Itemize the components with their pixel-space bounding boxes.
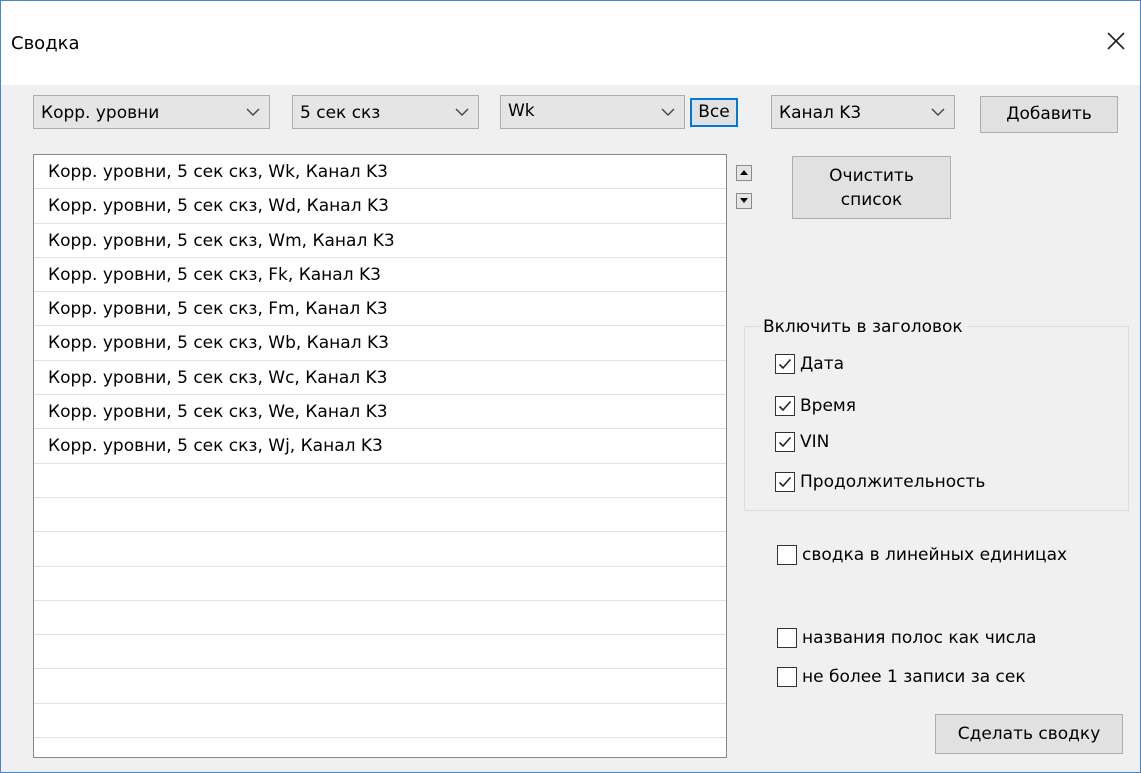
checkbox-checked-icon [775, 396, 795, 416]
title-bar: Сводка [1, 1, 1140, 85]
checkbox-checked-icon [775, 472, 795, 492]
one-per-sec-label: не более 1 записи за сек [802, 667, 1026, 687]
summary-dialog: Сводка Корр. уровни 5 сек скз Wk Все Кан… [0, 0, 1141, 773]
duration-label: Продолжительность [800, 472, 986, 492]
triangle-down-icon [740, 198, 748, 203]
band-names-label: названия полос как числа [802, 628, 1037, 648]
triangle-up-icon [740, 170, 748, 175]
chevron-down-icon [931, 108, 945, 116]
list-item[interactable]: Корр. уровни, 5 сек скз, Fm, Канал K3 [34, 292, 726, 327]
all-button[interactable]: Все [690, 98, 738, 127]
period-dropdown[interactable]: 5 сек скз [292, 95, 479, 129]
list-item[interactable] [34, 567, 726, 601]
date-label: Дата [800, 354, 845, 374]
levels-dropdown-value: Корр. уровни [41, 103, 160, 123]
vin-label: VIN [800, 432, 830, 452]
move-down-button[interactable] [736, 193, 752, 209]
window-title: Сводка [11, 33, 80, 54]
checkbox-checked-icon [775, 354, 795, 374]
checkbox-checked-icon [775, 432, 795, 452]
summary-list[interactable]: Корр. уровни, 5 сек скз, Wk, Канал K3 Ко… [33, 154, 727, 758]
period-dropdown-value: 5 сек скз [300, 103, 381, 123]
list-item[interactable]: Корр. уровни, 5 сек скз, Wb, Канал K3 [34, 326, 726, 361]
header-options-label: Включить в заголовок [761, 316, 967, 338]
list-item[interactable]: Корр. уровни, 5 сек скз, Wd, Канал K3 [34, 189, 726, 224]
list-item[interactable]: Корр. уровни, 5 сек скз, Wc, Канал K3 [34, 361, 726, 396]
clear-list-line1: Очистить [829, 166, 914, 186]
list-item[interactable]: Корр. уровни, 5 сек скз, We, Канал K3 [34, 395, 726, 430]
chevron-down-icon [246, 108, 260, 116]
list-item[interactable] [34, 669, 726, 704]
linear-units-label: сводка в линейных единицах [802, 545, 1068, 565]
channel-dropdown-value: Канал K3 [779, 103, 862, 123]
chevron-down-icon [455, 108, 469, 116]
list-item[interactable] [34, 532, 726, 567]
checkbox-unchecked-icon [777, 545, 797, 565]
list-item[interactable]: Корр. уровни, 5 сек скз, Wj, Канал K3 [34, 429, 726, 464]
list-item[interactable] [34, 738, 726, 757]
move-up-button[interactable] [736, 165, 752, 181]
add-button[interactable]: Добавить [980, 96, 1118, 133]
make-summary-button[interactable]: Сделать сводку [935, 714, 1123, 754]
checkbox-unchecked-icon [777, 667, 797, 687]
checkbox-unchecked-icon [777, 628, 797, 648]
chevron-down-icon [661, 108, 675, 116]
list-item[interactable] [34, 635, 726, 670]
list-item[interactable]: Корр. уровни, 5 сек скз, Fk, Канал K3 [34, 258, 726, 293]
time-label: Время [800, 396, 856, 416]
channel-dropdown[interactable]: Канал K3 [771, 95, 955, 129]
list-item[interactable]: Корр. уровни, 5 сек скз, Wk, Канал K3 [34, 155, 726, 190]
list-item[interactable] [34, 704, 726, 739]
levels-dropdown[interactable]: Корр. уровни [33, 95, 270, 129]
weight-dropdown[interactable]: Wk [500, 95, 685, 129]
list-item[interactable] [34, 601, 726, 636]
list-item[interactable]: Корр. уровни, 5 сек скз, Wm, Канал K3 [34, 224, 726, 258]
list-item[interactable] [34, 498, 726, 533]
close-icon[interactable] [1104, 29, 1128, 53]
list-item[interactable] [34, 464, 726, 498]
weight-dropdown-value: Wk [508, 101, 535, 121]
clear-list-line2: список [840, 190, 903, 210]
clear-list-button[interactable]: Очистить список [792, 156, 951, 219]
